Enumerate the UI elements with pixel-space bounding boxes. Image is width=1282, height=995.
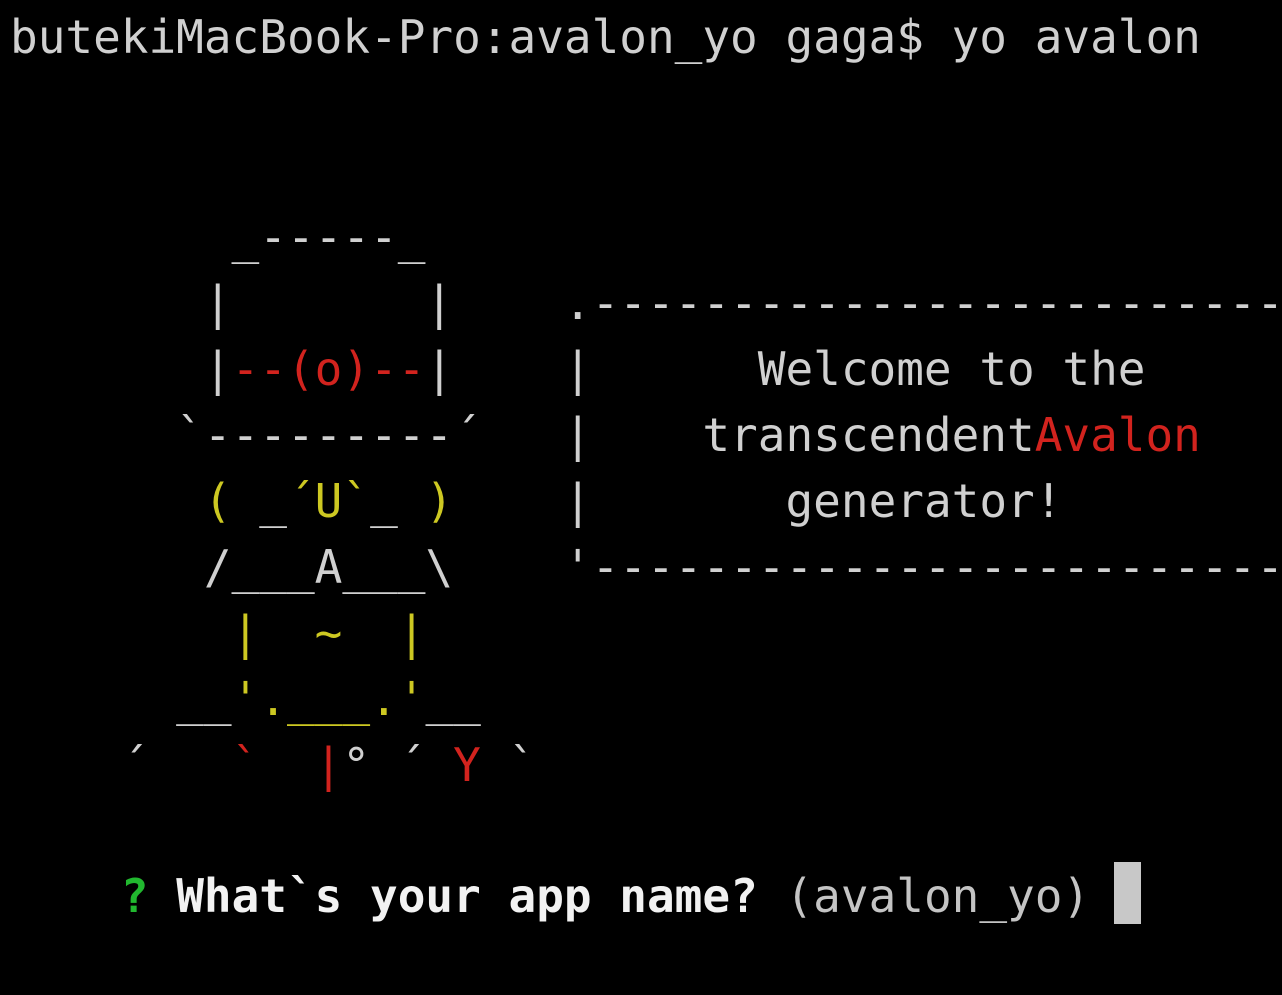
ascii-art-line: _-----_ xyxy=(10,138,426,264)
art-segment-red: Y xyxy=(453,738,481,792)
ascii-art-line: |--(o)--| | Welcome to the | xyxy=(10,270,1282,396)
art-segment-red: | xyxy=(314,738,343,792)
ascii-art-line: ( _´U`_ ) | generator! | xyxy=(10,402,1282,528)
art-segment-red: ` xyxy=(231,738,260,792)
default-value: (avalon_yo) xyxy=(785,869,1091,923)
terminal-window[interactable]: butekiMacBook-Pro:avalon_yo gaga$ yo ava… xyxy=(0,0,1282,924)
question-line[interactable]: ? What`s your app name? (avalon_yo) xyxy=(10,796,1142,924)
ascii-art-line: `---------´ | transcendentAvalon | xyxy=(10,336,1282,462)
ascii-art-line: ´ ` |° ´ Y ` xyxy=(10,666,536,792)
text-cursor[interactable] xyxy=(1114,862,1142,924)
ascii-art-line: | ~ | xyxy=(10,534,426,660)
art-segment: ° ´ xyxy=(342,738,454,792)
question-text: What`s your app name? xyxy=(176,869,758,923)
ascii-art-line: /___A___\ '--------------------------' xyxy=(10,468,1282,594)
art-segment: ` xyxy=(480,738,537,792)
shell-prompt-line: butekiMacBook-Pro:avalon_yo gaga$ yo ava… xyxy=(10,10,1201,64)
art-segment xyxy=(259,738,314,792)
ascii-art-line: | | .--------------------------. xyxy=(10,204,1282,330)
question-marker-icon: ? xyxy=(120,869,149,923)
ascii-art-line: __'.___.'__ xyxy=(10,600,481,726)
art-segment: ´ xyxy=(120,738,232,792)
